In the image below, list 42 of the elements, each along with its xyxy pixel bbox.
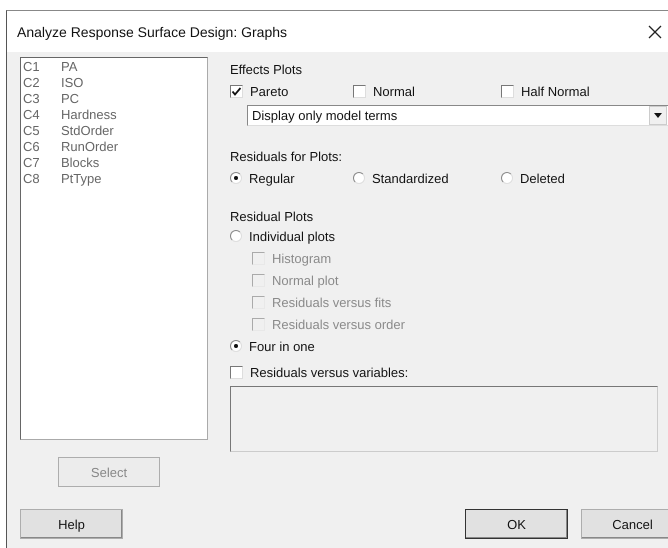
radio-button[interactable] <box>230 172 242 184</box>
checkbox-label: Normal <box>373 84 415 98</box>
radio-label: Deleted <box>520 170 565 186</box>
window-title: Analyze Response Surface Design: Graphs <box>17 24 288 40</box>
checkbox-label: Residuals versus order <box>272 316 405 332</box>
section-label: Residual Plots <box>230 209 314 225</box>
checkbox[interactable] <box>230 84 243 98</box>
checkbox-label: Residuals versus variables: <box>250 364 408 380</box>
checkbox[interactable] <box>501 84 514 98</box>
variable-item[interactable]: C7 Blocks <box>23 155 205 171</box>
radio-label: Individual plots <box>249 228 335 244</box>
variables-field[interactable] <box>230 386 658 452</box>
checkbox-label: Residuals versus fits <box>272 294 392 310</box>
radio-label: Regular <box>249 170 295 186</box>
dropdown-arrow-icon <box>654 113 662 118</box>
radio-label: Standardized <box>372 170 449 186</box>
variable-item[interactable]: C5 StdOrder <box>23 123 205 139</box>
checkbox-label: Half Normal <box>521 84 590 98</box>
checkbox[interactable] <box>353 84 366 98</box>
variable-item[interactable]: C4 Hardness <box>23 107 205 123</box>
checkbox[interactable] <box>230 366 243 378</box>
cancel-button[interactable]: Cancel <box>581 509 668 539</box>
radio-button[interactable] <box>501 172 513 184</box>
section-label: Residuals for Plots: <box>230 149 342 165</box>
close-icon[interactable] <box>648 24 662 38</box>
radio-label: Four in one <box>249 338 315 354</box>
radio-button[interactable] <box>230 230 242 242</box>
variable-list[interactable]: C1 PA C2 ISO C3 PC C4 Hardness C5 StdOrder C6 RunOrder C7 Blocks C8 PtType <box>20 57 208 440</box>
checkbox-label: Pareto <box>250 84 288 98</box>
section-label: Effects Plots <box>230 62 302 78</box>
help-button[interactable]: Help <box>20 509 123 539</box>
ok-button[interactable]: OK <box>465 509 568 539</box>
variable-item[interactable]: C2 ISO <box>23 75 205 91</box>
radio-button[interactable] <box>230 340 242 352</box>
checkbox-label: Normal plot <box>272 272 338 288</box>
dropdown[interactable]: Display only model terms <box>247 105 668 126</box>
variable-item[interactable]: C8 PtType <box>23 171 205 187</box>
variable-item[interactable]: C6 RunOrder <box>23 139 205 155</box>
checkbox-label: Histogram <box>272 250 332 266</box>
radio-button[interactable] <box>353 172 365 184</box>
variable-item[interactable]: C1 PA <box>23 59 205 75</box>
variable-item[interactable]: C3 PC <box>23 91 205 107</box>
